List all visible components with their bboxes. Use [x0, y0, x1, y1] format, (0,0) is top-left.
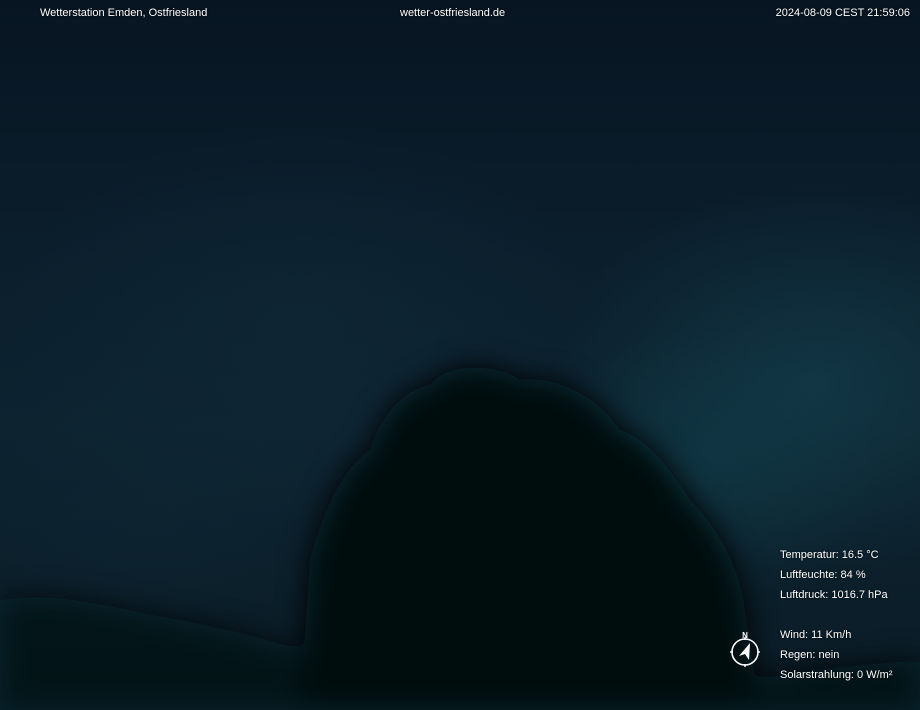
station-name: Wetterstation Emden, Ostfriesland — [40, 7, 208, 19]
temperature-reading: Temperatur: 16.5 °C — [780, 549, 879, 561]
webcam-image: Wetterstation Emden, Ostfriesland wetter… — [0, 0, 920, 710]
rain-reading: Regen: nein — [780, 649, 840, 661]
weather-readings: Temperatur: 16.5 °C Luftfeuchte: 84 % Lu… — [780, 549, 892, 689]
wind-reading: Wind: 11 Km/h — [780, 629, 852, 641]
timestamp: 2024-08-09 CEST 21:59:06 — [775, 7, 910, 19]
wind-direction-compass-icon: N — [730, 631, 760, 667]
readings-spacer — [780, 609, 892, 629]
website-url: wetter-ostfriesland.de — [400, 7, 506, 19]
solar-reading: Solarstrahlung: 0 W/m² — [780, 669, 893, 681]
humidity-reading: Luftfeuchte: 84 % — [780, 569, 866, 581]
pressure-reading: Luftdruck: 1016.7 hPa — [780, 589, 888, 601]
